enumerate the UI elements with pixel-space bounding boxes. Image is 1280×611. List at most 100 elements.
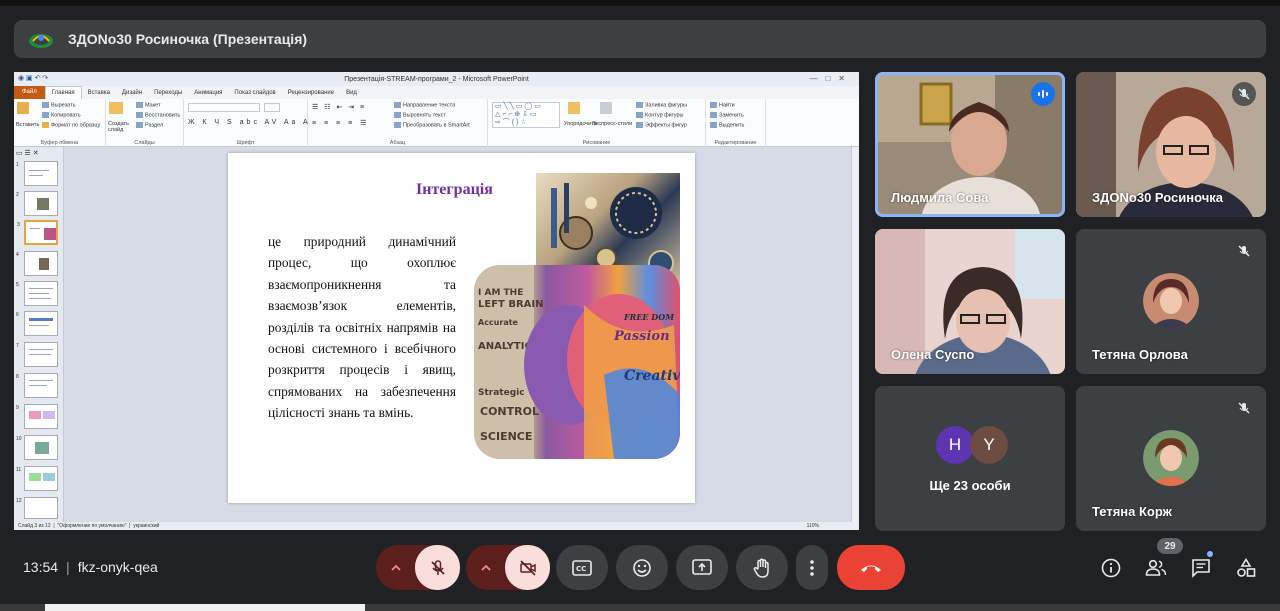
fill-icon	[636, 102, 643, 108]
tab-review[interactable]: Рецензирование	[282, 90, 340, 96]
info-icon	[1101, 558, 1121, 578]
avatar: Y	[970, 426, 1008, 464]
activities-button[interactable]	[1234, 556, 1258, 580]
separator: |	[66, 559, 70, 575]
arrange-icon	[568, 102, 580, 114]
slide-thumbnail-selected[interactable]: 3	[17, 220, 58, 245]
slide-thumbnail[interactable]: 8	[16, 373, 58, 398]
format-painter-button[interactable]: Формат по образцу	[42, 122, 100, 128]
tab-design[interactable]: Дизайн	[116, 90, 148, 96]
presentation-title-bar: ЗДОNo30 Росиночка (Презентація)	[14, 20, 1266, 58]
tab-file[interactable]: Файл	[14, 86, 45, 99]
camera-toggle-button[interactable]	[505, 545, 550, 590]
participant-name: ЗДОNo30 Росиночка	[1092, 190, 1224, 205]
text-direction-button[interactable]: Направление текста	[394, 102, 455, 108]
clipboard-caption: Буфер обмена	[40, 140, 79, 146]
tab-transitions[interactable]: Переходы	[148, 90, 188, 96]
section-button[interactable]: Раздел	[136, 122, 163, 128]
reactions-button[interactable]	[616, 545, 668, 590]
window-controls[interactable]: —□✕	[809, 74, 853, 83]
participant-name: Людмила Сова	[891, 190, 989, 205]
svg-text:Passion: Passion	[613, 329, 670, 344]
raise-hand-button[interactable]	[736, 545, 788, 590]
slide-thumbnail[interactable]: 10	[16, 435, 58, 460]
video-options-chevron-icon[interactable]	[466, 545, 505, 590]
vertical-scrollbar[interactable]	[851, 147, 859, 522]
editing-caption: Редактирование	[714, 140, 757, 146]
align-text-label: Выровнять текст	[403, 112, 446, 119]
slide-thumbnail[interactable]: 9	[16, 404, 58, 429]
shape-fill-label: Заливка фигуры	[645, 102, 688, 109]
chat-button[interactable]	[1189, 556, 1213, 580]
participant-tile[interactable]: Олена Суспо	[875, 229, 1065, 374]
slide-thumbnail[interactable]: 2	[16, 191, 58, 216]
thumbnail-pane-tabs[interactable]: ▭ ☰ ✕	[16, 149, 39, 157]
list-buttons[interactable]: ☰ ☷ ⇤ ⇥ ≡	[312, 103, 366, 111]
paste-label: Вставить	[16, 122, 40, 128]
participant-tile[interactable]: Тетяна Корж	[1076, 386, 1266, 531]
font-name-select[interactable]	[188, 103, 260, 112]
slide-thumbnail[interactable]: 6	[16, 311, 58, 336]
svg-text:CC: CC	[576, 565, 586, 573]
shape-fill-button[interactable]: Заливка фигуры	[636, 102, 687, 108]
tab-insert[interactable]: Вставка	[82, 90, 116, 96]
cut-button[interactable]: Вырезать	[42, 102, 75, 108]
participant-tile[interactable]: Тетяна Орлова	[1076, 229, 1266, 374]
arrange-button[interactable]	[568, 102, 582, 114]
meeting-details-button[interactable]	[1099, 556, 1123, 580]
more-options-button[interactable]	[796, 545, 828, 590]
audio-options-chevron-icon[interactable]	[376, 545, 415, 590]
mic-off-icon	[430, 559, 445, 575]
select-button[interactable]: Выделить	[710, 122, 744, 128]
slide-thumbnail[interactable]: 1	[16, 161, 58, 186]
participant-tile[interactable]: ЗДОNo30 Росиночка	[1076, 72, 1266, 217]
smartart-button[interactable]: Преобразовать в SmartArt	[394, 122, 470, 128]
shapes-gallery[interactable]: ▭ ╲ ╲ ▭ ◯ ▭ △ ⌐ ⌐ ⊕ ⇩ ▭ ⇨ ⌒ { } ☆	[492, 102, 560, 128]
emoji-icon	[633, 558, 651, 577]
replace-button[interactable]: Заменить	[710, 112, 744, 118]
tab-slideshow[interactable]: Показ слайдов	[228, 90, 281, 96]
font-size-select[interactable]	[264, 103, 280, 112]
slide-thumbnail[interactable]: 7	[16, 342, 58, 367]
participant-tile[interactable]: Людмила Сова	[875, 72, 1065, 217]
tab-home[interactable]: Главная	[44, 86, 82, 99]
slide-thumbnail[interactable]: 4	[16, 251, 58, 276]
font-format-buttons[interactable]: Ж К Ч S abc AV Aa A	[188, 119, 311, 126]
quick-access-icons[interactable]: ◉ ▣ ↶ ↷	[18, 74, 48, 82]
align-text-icon	[394, 112, 401, 118]
text-direction-label: Направление текста	[403, 102, 456, 109]
align-buttons[interactable]: ≡ ≡ ≡ ≡ ☰	[312, 119, 369, 127]
people-icon	[1145, 559, 1167, 576]
text-direction-icon	[394, 102, 401, 108]
shape-outline-button[interactable]: Контур фигуры	[636, 112, 683, 118]
leave-call-button[interactable]	[837, 545, 905, 590]
find-button[interactable]: Найти	[710, 102, 735, 108]
shape-effects-button[interactable]: Эффекты фигур	[636, 122, 687, 128]
new-slide-button[interactable]	[109, 102, 125, 114]
svg-text:I AM THE: I AM THE	[478, 288, 523, 298]
more-participants-tile[interactable]: H Y Ще 23 особи	[875, 386, 1065, 531]
svg-text:Creative: Creative	[624, 368, 680, 384]
align-text-button[interactable]: Выровнять текст	[394, 112, 446, 118]
meeting-code: fkz-onyk-qea	[77, 559, 158, 575]
mic-toggle-button[interactable]	[415, 545, 460, 590]
tab-view[interactable]: Вид	[340, 90, 363, 96]
captions-button[interactable]: CC	[556, 545, 608, 590]
quick-styles-icon	[600, 102, 612, 114]
reset-button[interactable]: Восстановить	[136, 112, 180, 118]
current-slide[interactable]: Інтеграція це природний динамічний проце…	[228, 153, 695, 503]
quick-styles-button[interactable]	[600, 102, 614, 114]
people-button[interactable]	[1144, 556, 1168, 580]
ribbon-tabs: Файл Главная Вставка Дизайн Переходы Ани…	[14, 86, 859, 99]
present-button[interactable]	[676, 545, 728, 590]
tab-animations[interactable]: Анимация	[188, 90, 228, 96]
slide-thumbnail[interactable]: 12	[16, 497, 58, 519]
slide-thumbnail[interactable]: 11	[16, 466, 58, 491]
layout-button[interactable]: Макет	[136, 102, 161, 108]
paste-button[interactable]	[17, 102, 31, 114]
status-zoom[interactable]: 110%	[807, 522, 819, 530]
slide-thumbnail[interactable]: 5	[16, 281, 58, 306]
taskbar-search-field[interactable]	[45, 604, 365, 611]
paste-icon	[17, 102, 29, 114]
copy-button[interactable]: Копировать	[42, 112, 81, 118]
